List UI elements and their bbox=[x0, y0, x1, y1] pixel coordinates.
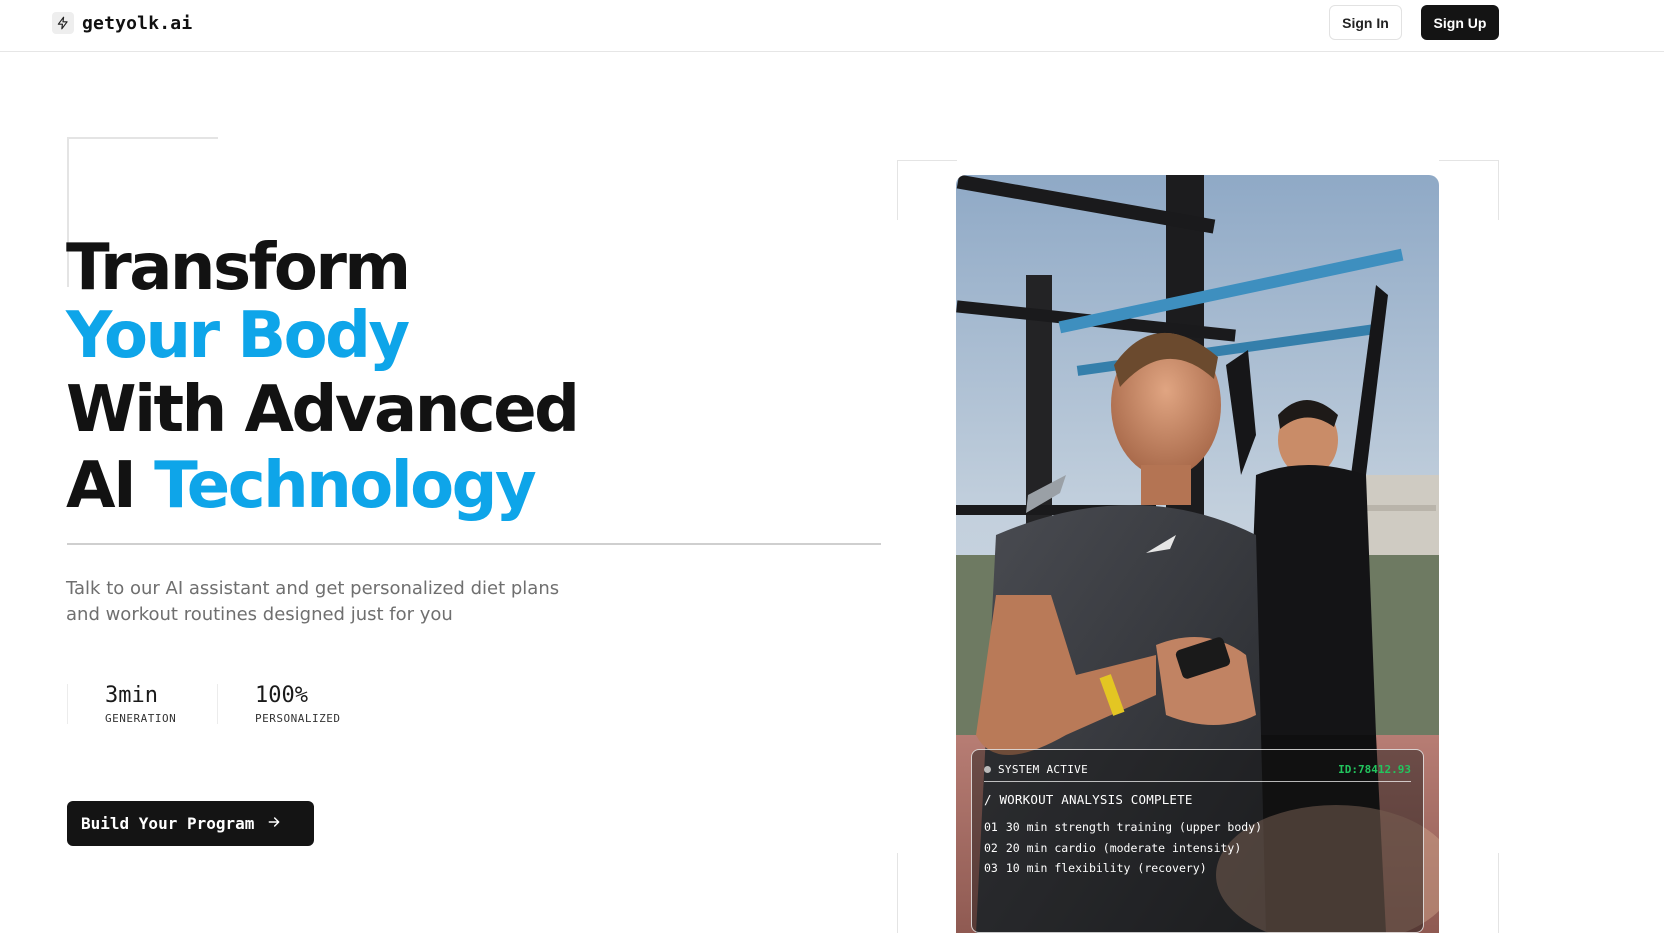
item-number: 03 bbox=[984, 861, 998, 875]
list-item: 02 20 min cardio (moderate intensity) bbox=[984, 838, 1411, 859]
stat-value: 100% bbox=[255, 683, 308, 708]
brand[interactable]: getyolk.ai bbox=[52, 12, 192, 34]
system-id: ID:78412.93 bbox=[1338, 762, 1411, 776]
hero-divider bbox=[67, 543, 881, 545]
list-item: 03 10 min flexibility (recovery) bbox=[984, 858, 1411, 879]
frame-line-top-right bbox=[1439, 160, 1499, 161]
headline-technology: Technology bbox=[154, 449, 537, 523]
frame-line-right-bottom bbox=[1498, 853, 1499, 933]
lightning-icon bbox=[52, 12, 74, 34]
item-text: 20 min cardio (moderate intensity) bbox=[1005, 840, 1242, 855]
hero-subtitle: Talk to our AI assistant and get persona… bbox=[66, 578, 560, 625]
panel-title: / WORKOUT ANALYSIS COMPLETE bbox=[984, 792, 1193, 807]
item-number: 02 bbox=[984, 840, 998, 855]
headline-line-4: AI Technology bbox=[66, 449, 537, 523]
top-nav: getyolk.ai Sign In Sign Up bbox=[0, 0, 1664, 52]
arrow-right-icon bbox=[266, 814, 282, 834]
item-text: 30 min strength training (upper body) bbox=[1005, 820, 1263, 834]
workout-list: 01 30 min strength training (upper body) … bbox=[984, 817, 1411, 879]
frame-line-right-top bbox=[1498, 160, 1499, 220]
stat-divider bbox=[217, 684, 218, 724]
sign-up-button[interactable]: Sign Up bbox=[1421, 5, 1499, 40]
headline-line-1: Transform bbox=[66, 231, 411, 305]
stat-personalized: 100% PERSONALIZED bbox=[255, 683, 341, 726]
corner-bracket-top bbox=[67, 137, 218, 139]
stat-divider bbox=[67, 684, 68, 724]
sign-in-button[interactable]: Sign In bbox=[1329, 5, 1402, 40]
list-item: 01 30 min strength training (upper body) bbox=[984, 817, 1411, 838]
frame-line-top-left bbox=[897, 160, 957, 161]
headline-line-2: Your Body bbox=[66, 299, 410, 373]
status-text: SYSTEM ACTIVE bbox=[998, 762, 1088, 776]
frame-line-left-bottom bbox=[897, 853, 898, 933]
stat-generation: 3min GENERATION bbox=[105, 683, 177, 726]
status-indicator: SYSTEM ACTIVE bbox=[984, 763, 1088, 776]
headline-line-3: With Advanced bbox=[66, 373, 580, 447]
build-program-button[interactable]: Build Your Program bbox=[67, 801, 314, 846]
stat-value: 3min bbox=[105, 683, 158, 708]
cta-label: Build Your Program bbox=[81, 814, 255, 833]
item-number: 01 bbox=[984, 820, 998, 834]
panel-header: SYSTEM ACTIVE ID:78412.93 bbox=[984, 762, 1411, 776]
analysis-panel: SYSTEM ACTIVE ID:78412.93 / WORKOUT ANAL… bbox=[971, 749, 1424, 933]
stat-label: PERSONALIZED bbox=[255, 712, 341, 725]
status-dot-icon bbox=[984, 765, 991, 773]
stat-label: GENERATION bbox=[105, 712, 177, 725]
frame-line-left-top bbox=[897, 160, 898, 220]
headline-ai: AI bbox=[66, 449, 137, 523]
item-text: 10 min flexibility (recovery) bbox=[1005, 861, 1207, 875]
brand-name: getyolk.ai bbox=[82, 12, 193, 34]
panel-divider bbox=[984, 781, 1411, 782]
